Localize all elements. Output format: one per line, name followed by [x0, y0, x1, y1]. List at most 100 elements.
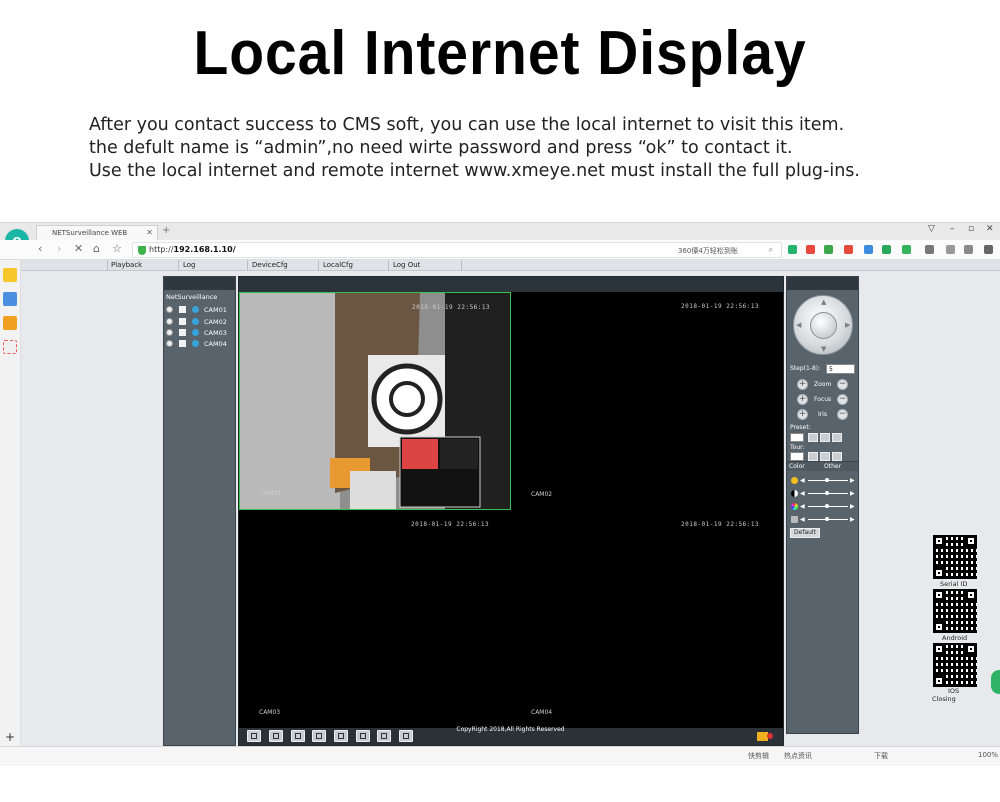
camera-row-4[interactable]: CAM04: [166, 339, 234, 349]
play-icon[interactable]: [179, 306, 186, 313]
status-download[interactable]: 下载: [874, 751, 888, 761]
extension-icon-5[interactable]: [864, 245, 873, 254]
increase-icon[interactable]: ▶: [850, 516, 855, 523]
menu-logout[interactable]: Log Out: [393, 261, 420, 269]
decrease-icon[interactable]: ◀: [800, 477, 805, 484]
apps-grid-icon[interactable]: [925, 245, 934, 254]
iris-close-icon[interactable]: −: [837, 409, 848, 420]
record-toggle-icon[interactable]: [166, 329, 173, 336]
tour-play-icon[interactable]: [808, 452, 818, 461]
tab-other[interactable]: Other: [824, 463, 841, 470]
tour-stop-icon[interactable]: [820, 452, 830, 461]
slider-knob[interactable]: [825, 504, 829, 508]
home-icon[interactable]: ⌂: [93, 242, 100, 255]
preset-goto-icon[interactable]: [808, 433, 818, 442]
video-cell-2[interactable]: 2018-01-19 22:56:13 CAM02: [511, 292, 783, 510]
menu-icon[interactable]: [984, 245, 993, 254]
stream-icon[interactable]: [192, 340, 199, 347]
extension-icon-6[interactable]: [882, 245, 891, 254]
record-toggle-icon[interactable]: [166, 340, 173, 347]
zoom-level[interactable]: 100%: [978, 751, 998, 759]
bookmark-star-icon[interactable]: ☆: [112, 242, 122, 255]
focus-in-icon[interactable]: +: [797, 394, 808, 405]
ptz-direction-pad[interactable]: ▲ ▼ ◀ ▶: [793, 295, 853, 355]
forward-icon[interactable]: ›: [57, 242, 61, 255]
saturation-slider[interactable]: ◀ ▶: [789, 502, 857, 512]
menu-localcfg[interactable]: LocalCfg: [323, 261, 353, 269]
skin-icon[interactable]: ▽: [928, 224, 935, 234]
camera-row-3[interactable]: CAM03: [166, 328, 234, 338]
decrease-icon[interactable]: ◀: [800, 503, 805, 510]
brightness-slider[interactable]: ◀ ▶: [789, 476, 857, 486]
add-sidebar-icon[interactable]: +: [5, 730, 15, 744]
qr-closing-link[interactable]: Closing: [932, 695, 956, 703]
hue-slider[interactable]: ◀ ▶: [789, 515, 857, 525]
video-cell-1[interactable]: 2018-01-19 22:56:13 CAM01: [239, 292, 511, 510]
extension-icon-4[interactable]: [844, 245, 853, 254]
undo-icon[interactable]: [964, 245, 973, 254]
slider-knob[interactable]: [825, 517, 829, 521]
stop-icon[interactable]: ✕: [74, 242, 83, 255]
minimize-icon[interactable]: –: [950, 224, 955, 234]
close-window-icon[interactable]: ✕: [986, 224, 994, 234]
stream-icon[interactable]: [192, 318, 199, 325]
new-tab-icon[interactable]: +: [162, 225, 170, 236]
favorites-icon[interactable]: [3, 268, 17, 282]
mute-icon[interactable]: [767, 733, 773, 739]
slider-knob[interactable]: [825, 491, 829, 495]
focus-out-icon[interactable]: −: [837, 394, 848, 405]
stream-icon[interactable]: [192, 329, 199, 336]
device-tree-root[interactable]: NetSurveillance: [166, 293, 217, 301]
menu-devicecfg[interactable]: DeviceCfg: [252, 261, 288, 269]
menu-playback[interactable]: Playback: [111, 261, 142, 269]
mail-icon[interactable]: [3, 340, 17, 354]
default-button[interactable]: Default: [790, 528, 820, 538]
record-toggle-icon[interactable]: [166, 306, 173, 313]
menu-log[interactable]: Log: [183, 261, 196, 269]
zoom-out-icon[interactable]: −: [837, 379, 848, 390]
increase-icon[interactable]: ▶: [850, 477, 855, 484]
status-quick-edit[interactable]: 快剪辑: [748, 751, 769, 761]
search-icon[interactable]: ⌕: [769, 245, 773, 255]
slider-knob[interactable]: [825, 478, 829, 482]
floating-widget-icon[interactable]: [991, 670, 1000, 694]
ptz-up-icon[interactable]: ▲: [821, 298, 826, 306]
record-toggle-icon[interactable]: [166, 318, 173, 325]
contrast-slider[interactable]: ◀ ▶: [789, 489, 857, 499]
address-bar[interactable]: http://192.168.1.10/ 360僳4万轻松到账 ⌕: [132, 242, 782, 258]
restore-icon[interactable]: ▫: [968, 224, 974, 234]
browser-tab[interactable]: NETSurveillance WEB ✕: [36, 225, 158, 240]
ptz-right-icon[interactable]: ▶: [845, 321, 850, 329]
decrease-icon[interactable]: ◀: [800, 516, 805, 523]
iris-open-icon[interactable]: +: [797, 409, 808, 420]
extension-icon-3[interactable]: [824, 245, 833, 254]
ptz-left-icon[interactable]: ◀: [796, 321, 801, 329]
camera-row-2[interactable]: CAM02: [166, 317, 234, 327]
video-cell-4[interactable]: 2018-01-19 22:56:13 CAM04: [511, 510, 783, 728]
play-icon[interactable]: [179, 329, 186, 336]
play-icon[interactable]: [179, 340, 186, 347]
video-cell-3[interactable]: 2018-01-19 22:56:13 CAM03: [239, 510, 511, 728]
weibo-icon[interactable]: [3, 316, 17, 330]
tour-grid-icon[interactable]: [832, 452, 842, 461]
preset-delete-icon[interactable]: [832, 433, 842, 442]
decrease-icon[interactable]: ◀: [800, 490, 805, 497]
phone-icon[interactable]: [946, 245, 955, 254]
back-icon[interactable]: ‹: [38, 242, 42, 255]
stream-icon[interactable]: [192, 306, 199, 313]
increase-icon[interactable]: ▶: [850, 503, 855, 510]
ptz-center-button[interactable]: [810, 312, 837, 339]
extension-icon-2[interactable]: [806, 245, 815, 254]
camera-row-1[interactable]: CAM01: [166, 305, 234, 315]
search-suggestion[interactable]: 360僳4万轻松到账: [678, 246, 738, 256]
extension-icon-1[interactable]: [788, 245, 797, 254]
zoom-in-icon[interactable]: +: [797, 379, 808, 390]
close-tab-icon[interactable]: ✕: [146, 226, 153, 240]
step-select[interactable]: 5: [826, 364, 855, 374]
tour-input[interactable]: [790, 452, 804, 461]
news-icon[interactable]: [3, 292, 17, 306]
status-hot-news[interactable]: 热点资讯: [784, 751, 812, 761]
increase-icon[interactable]: ▶: [850, 490, 855, 497]
ptz-down-icon[interactable]: ▼: [821, 345, 826, 353]
play-icon[interactable]: [179, 318, 186, 325]
